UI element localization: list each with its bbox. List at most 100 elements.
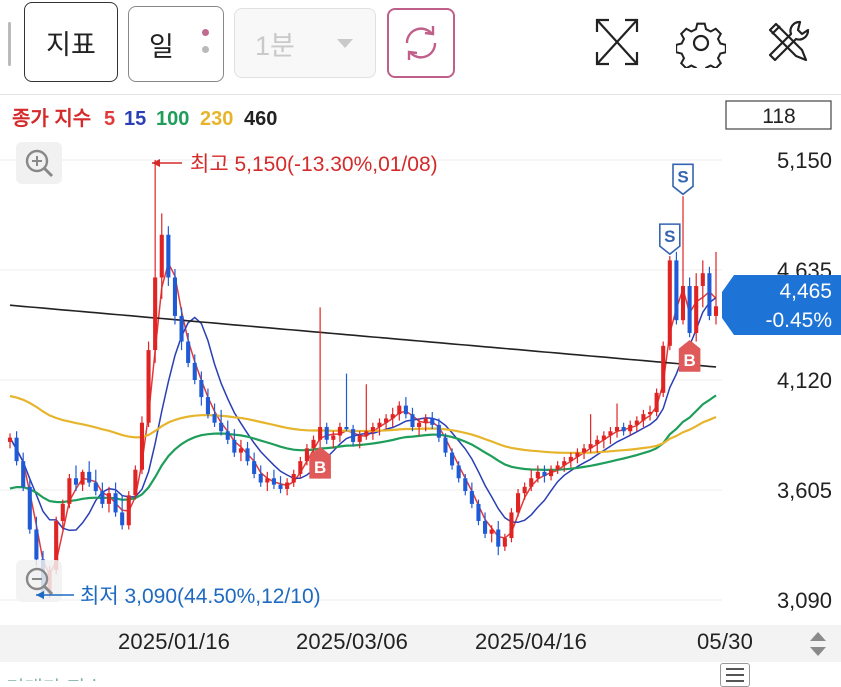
candle <box>318 307 323 449</box>
candle-body <box>410 414 415 427</box>
candle-body <box>687 286 692 334</box>
candle-body <box>377 422 382 427</box>
candle <box>700 260 705 308</box>
candle-body <box>568 456 573 462</box>
candle-body <box>291 473 296 483</box>
refresh-button[interactable] <box>387 8 455 78</box>
candle <box>410 407 415 432</box>
candle-body <box>225 431 230 440</box>
candle <box>687 277 692 338</box>
candle <box>397 401 402 421</box>
candle <box>100 482 105 509</box>
candle-body <box>67 478 72 504</box>
moving-average-line <box>9 261 717 577</box>
candle-body <box>390 414 395 419</box>
candle-body <box>456 465 461 479</box>
date-axis[interactable]: 2025/01/16 2025/03/06 2025/04/16 05/30 <box>0 625 841 662</box>
candle <box>245 441 250 466</box>
minute-select[interactable]: 1분 <box>234 8 376 78</box>
candle-body <box>562 461 567 466</box>
candle <box>384 414 389 430</box>
indicator-button[interactable]: 지표 <box>24 2 118 82</box>
candle <box>661 341 666 398</box>
candle-body <box>113 493 118 513</box>
fullscreen-icon <box>595 18 639 66</box>
scroll-arrows-icon[interactable] <box>808 629 828 659</box>
candle-body <box>278 484 283 489</box>
candle-body <box>318 426 323 440</box>
candle-body <box>535 471 540 479</box>
candle-body <box>120 512 125 526</box>
candle-body <box>252 461 257 474</box>
menu-icon[interactable] <box>720 663 750 687</box>
candle <box>377 418 382 436</box>
signal-letter: S <box>677 167 688 186</box>
candle-body <box>667 260 672 346</box>
sell-signal-marker: S <box>672 163 694 196</box>
period-button[interactable]: 일 <box>128 6 224 82</box>
indicator-button-label: 지표 <box>46 29 96 60</box>
candle-body <box>430 418 435 425</box>
settings-button[interactable] <box>675 18 727 75</box>
candle <box>542 465 547 483</box>
candle-body <box>304 448 309 462</box>
candle <box>568 452 573 468</box>
signal-letter: B <box>683 351 695 370</box>
candle <box>469 482 474 509</box>
candle <box>337 422 342 442</box>
candle-body <box>581 448 587 453</box>
candle-body <box>601 435 606 440</box>
candle <box>628 420 633 436</box>
price-axis-label: 4,120 <box>777 368 832 393</box>
candle-body <box>205 397 210 415</box>
ma-legend-item: 460 <box>244 108 277 130</box>
next-indicator-strip: 미래가 지수 5 20 60 120 <box>0 662 841 681</box>
candle-body <box>238 448 243 453</box>
candle-body <box>100 491 105 504</box>
fullscreen-button[interactable] <box>591 14 643 75</box>
candle-body <box>311 439 316 449</box>
signal-letter: S <box>664 227 675 246</box>
zoom-in-icon[interactable] <box>16 142 62 184</box>
candle-body <box>549 469 554 477</box>
candle-body <box>166 234 171 278</box>
price-axis-label: 5,150 <box>777 148 832 173</box>
candle <box>601 431 606 449</box>
candle-body <box>27 486 32 530</box>
candle <box>34 516 39 566</box>
candle <box>225 420 230 445</box>
candle <box>153 160 158 363</box>
tools-button[interactable] <box>762 16 812 73</box>
candle-body <box>647 412 653 415</box>
candle-body <box>87 471 92 483</box>
candle-body <box>80 471 85 485</box>
ma-legend-item: 5 <box>104 108 115 130</box>
candle-body <box>595 439 600 445</box>
candle <box>351 424 356 447</box>
high-label: 최고 5,150(-13.30%,01/08) <box>190 153 438 176</box>
candle-body <box>179 315 184 342</box>
candle <box>549 465 554 481</box>
indicator-header-label: 종가 지수 <box>12 107 91 130</box>
ma-legend-item: 230 <box>200 108 233 130</box>
candle-body <box>469 491 474 504</box>
volume-value: 118 <box>762 105 795 128</box>
candle-body <box>674 260 679 321</box>
candle <box>588 414 593 453</box>
candle <box>509 508 514 543</box>
candlestick-chart[interactable]: 종가 지수 5 15 100 230 460 118 5,1504,6354,1203,… <box>0 95 841 625</box>
price-chart[interactable]: 종가 지수 5 15 100 230 460 118 5,150 4,635 4,120 3,… <box>0 95 841 625</box>
candle <box>496 520 501 556</box>
candle <box>7 433 13 449</box>
candle-body <box>575 452 580 457</box>
candle <box>265 471 270 492</box>
candle-body <box>661 345 666 393</box>
sell-signal-marker: S <box>659 223 681 256</box>
candle-body <box>614 426 620 432</box>
candle <box>456 461 461 483</box>
candle-body <box>436 424 441 438</box>
candle-body <box>641 414 646 421</box>
ma-legend-item: 100 <box>156 108 189 130</box>
candle <box>344 373 349 432</box>
candle <box>219 409 224 436</box>
